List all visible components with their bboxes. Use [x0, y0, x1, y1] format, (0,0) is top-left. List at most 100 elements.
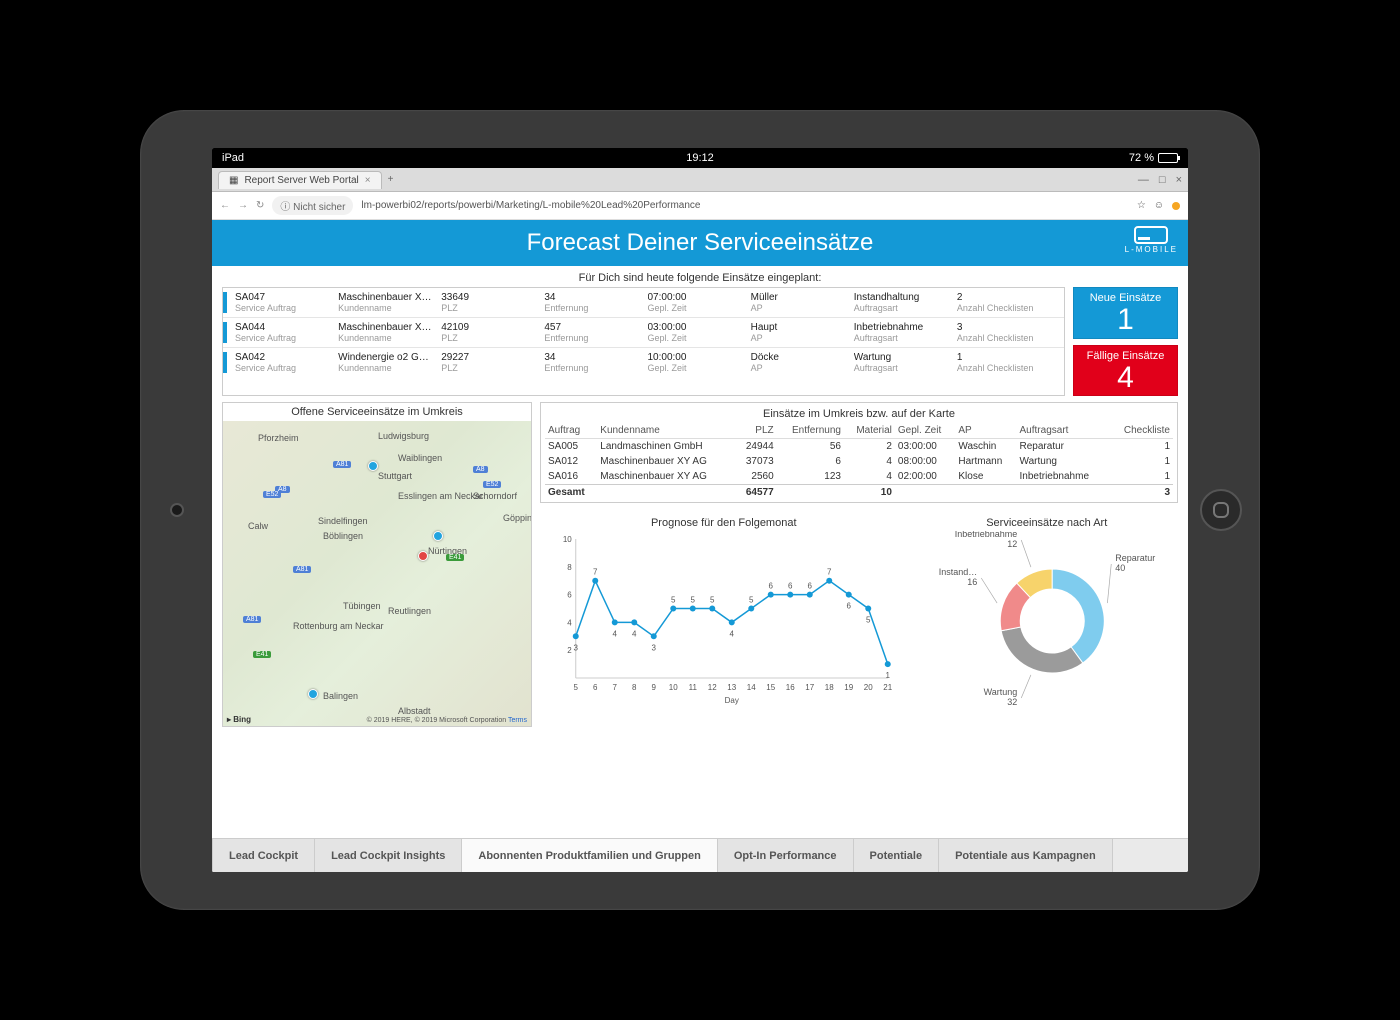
table-cell: 56: [777, 439, 844, 455]
road-badge: E52: [483, 481, 501, 488]
star-icon[interactable]: ☆: [1137, 200, 1146, 211]
table-cell: Landmaschinen GmbH: [597, 439, 735, 455]
page-tab[interactable]: Abonnenten Produktfamilien und Gruppen: [462, 839, 717, 872]
table-cell: 37073: [735, 454, 776, 469]
table-header[interactable]: Auftragsart: [1017, 423, 1110, 439]
plan-cell: 42109PLZ: [441, 322, 544, 343]
report-content: Forecast Deiner Serviceeinsätze L-MOBILE…: [212, 220, 1188, 872]
city-label: Pforzheim: [258, 433, 299, 443]
table-cell: Reparatur: [1017, 439, 1110, 455]
svg-text:19: 19: [844, 683, 853, 692]
plan-cell: InbetriebnahmeAuftragsart: [854, 322, 957, 343]
reload-icon[interactable]: ↻: [256, 200, 264, 211]
map-pin[interactable]: [308, 689, 318, 699]
report-header: Forecast Deiner Serviceeinsätze L-MOBILE: [212, 220, 1188, 266]
page-tab[interactable]: Lead Cockpit: [212, 839, 315, 872]
road-badge: A81: [333, 461, 351, 468]
map-pin[interactable]: [368, 461, 378, 471]
table-header[interactable]: PLZ: [735, 423, 776, 439]
nav-back-icon[interactable]: ←: [220, 200, 230, 211]
svg-text:10: 10: [669, 683, 678, 692]
svg-text:21: 21: [883, 683, 892, 692]
row-accent: [223, 352, 227, 373]
plan-row[interactable]: SA042Service AuftragWindenergie o2 G…Kun…: [223, 348, 1064, 377]
map-pin[interactable]: [418, 551, 428, 561]
plan-cell: 07:00:00Gepl. Zeit: [648, 292, 751, 313]
table-row[interactable]: SA016Maschinenbauer XY AG2560123402:00:0…: [545, 469, 1173, 485]
table-row[interactable]: SA005Landmaschinen GmbH2494456203:00:00W…: [545, 439, 1173, 455]
page-tab[interactable]: Lead Cockpit Insights: [315, 839, 462, 872]
kpi-due[interactable]: Fällige Einsätze 4: [1073, 345, 1178, 397]
table-row[interactable]: SA012Maschinenbauer XY AG370736408:00:00…: [545, 454, 1173, 469]
plan-cell: 1Anzahl Checklisten: [957, 352, 1060, 373]
report-title: Forecast Deiner Serviceeinsätze: [527, 229, 874, 257]
table-header[interactable]: Entfernung: [777, 423, 844, 439]
forecast-chart-title: Prognose für den Folgemonat: [540, 517, 908, 529]
map-terms-link[interactable]: Terms: [508, 717, 527, 724]
profile-icon[interactable]: ☺: [1154, 200, 1164, 211]
donut-value: 16: [967, 577, 977, 587]
road-badge: E41: [446, 554, 464, 561]
plan-row[interactable]: SA047Service AuftragMaschinenbauer X…Kun…: [223, 288, 1064, 318]
kpi-due-label: Fällige Einsätze: [1074, 350, 1177, 362]
plan-cell: 03:00:00Gepl. Zeit: [648, 322, 751, 343]
url-text[interactable]: lm-powerbi02/reports/powerbi/Marketing/L…: [361, 200, 700, 211]
table-header[interactable]: Gepl. Zeit: [895, 423, 955, 439]
window-max-icon[interactable]: □: [1159, 174, 1166, 186]
plan-cell: SA047Service Auftrag: [235, 292, 338, 313]
table-cell: Hartmann: [955, 454, 1016, 469]
map-copyright: © 2019 HERE, © 2019 Microsoft Corporatio…: [367, 717, 527, 724]
table-cell: Klose: [955, 469, 1016, 485]
table-header[interactable]: Auftrag: [545, 423, 597, 439]
table-header[interactable]: Checkliste: [1109, 423, 1173, 439]
plan-cell: SA044Service Auftrag: [235, 322, 338, 343]
window-close-icon[interactable]: ×: [1176, 174, 1182, 186]
svg-text:9: 9: [652, 683, 657, 692]
svg-text:16: 16: [786, 683, 795, 692]
close-tab-icon[interactable]: ×: [365, 175, 371, 186]
line-chart-svg: 2468103576474839510511512413514615616617…: [540, 531, 908, 706]
table-header[interactable]: Material: [844, 423, 895, 439]
kpi-new[interactable]: Neue Einsätze 1: [1073, 287, 1178, 339]
map-canvas[interactable]: ▸ Bing © 2019 HERE, © 2019 Microsoft Cor…: [223, 421, 531, 726]
browser-tab[interactable]: ▦ Report Server Web Portal ×: [218, 171, 382, 189]
nav-fwd-icon[interactable]: →: [238, 200, 248, 211]
donut-label: Reparatur: [1115, 553, 1155, 563]
home-button[interactable]: [1200, 489, 1242, 531]
city-label: Reutlingen: [388, 606, 431, 616]
map-pin[interactable]: [433, 531, 443, 541]
svg-text:5: 5: [574, 683, 579, 692]
browser-address-bar: ← → ↻ ⓘ Nicht sicher lm-powerbi02/report…: [212, 192, 1188, 220]
new-tab-button[interactable]: +: [388, 174, 394, 185]
window-min-icon[interactable]: —: [1138, 174, 1149, 186]
ipad-frame: iPad 19:12 72 % ▦ Report Server Web Port…: [140, 110, 1260, 910]
table-cell: SA005: [545, 439, 597, 455]
plan-cell: Maschinenbauer X…Kundenname: [338, 322, 441, 343]
table-cell: Wartung: [1017, 454, 1110, 469]
table-cell: SA012: [545, 454, 597, 469]
city-label: Esslingen am Neckar: [398, 491, 483, 501]
donut-slice[interactable]: [1001, 627, 1083, 673]
battery-indicator: 72 %: [1129, 152, 1178, 164]
table-header[interactable]: Kundenname: [597, 423, 735, 439]
city-label: Calw: [248, 521, 268, 531]
svg-text:4: 4: [730, 629, 735, 638]
security-chip[interactable]: ⓘ Nicht sicher: [272, 196, 353, 215]
plan-row[interactable]: SA044Service AuftragMaschinenbauer X…Kun…: [223, 318, 1064, 348]
svg-text:7: 7: [593, 568, 598, 577]
ios-status-bar: iPad 19:12 72 %: [212, 148, 1188, 168]
profile-badge: [1172, 202, 1180, 210]
svg-text:15: 15: [766, 683, 775, 692]
page-tab[interactable]: Potentiale: [854, 839, 940, 872]
city-label: Albstadt: [398, 706, 431, 716]
donut-slice[interactable]: [1052, 569, 1104, 663]
svg-text:4: 4: [567, 618, 572, 627]
page-tab[interactable]: Potentiale aus Kampagnen: [939, 839, 1113, 872]
table-cell: 03:00:00: [895, 439, 955, 455]
table-cell: Maschinenbauer XY AG: [597, 469, 735, 485]
table-cell: 4: [844, 469, 895, 485]
page-tab[interactable]: Opt-In Performance: [718, 839, 854, 872]
plan-cell: 34Entfernung: [544, 292, 647, 313]
plan-cell: WartungAuftragsart: [854, 352, 957, 373]
table-header[interactable]: AP: [955, 423, 1016, 439]
